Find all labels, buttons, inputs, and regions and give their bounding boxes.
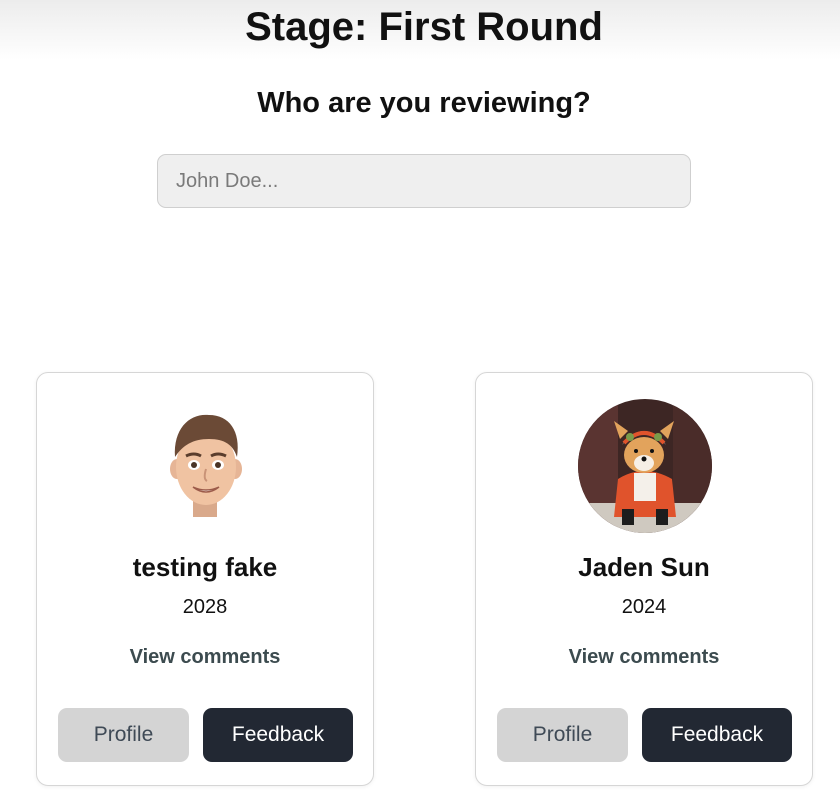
- view-comments-link[interactable]: View comments: [476, 645, 812, 669]
- feedback-button[interactable]: Feedback: [203, 708, 353, 762]
- candidate-card: Jaden Sun 2024 View comments Profile Fee…: [475, 372, 813, 786]
- stage-title: Stage: First Round: [245, 5, 603, 49]
- corgi-photo-avatar-icon: [578, 399, 712, 533]
- candidate-year: 2024: [621, 596, 667, 618]
- review-page: Stage: First Round Who are you reviewing…: [0, 0, 840, 806]
- memoji-avatar-icon: [139, 399, 273, 533]
- candidate-year: 2028: [182, 596, 228, 618]
- reviewing-question-heading: Who are you reviewing?: [257, 87, 591, 119]
- view-comments-link[interactable]: View comments: [37, 645, 373, 669]
- feedback-button[interactable]: Feedback: [642, 708, 792, 762]
- candidate-name: testing fake: [132, 552, 278, 582]
- profile-button[interactable]: Profile: [497, 708, 628, 762]
- candidate-card: testing fake 2028 View comments Profile …: [36, 372, 374, 786]
- candidate-search-input[interactable]: [157, 154, 691, 208]
- candidate-name: Jaden Sun: [578, 552, 710, 582]
- profile-button[interactable]: Profile: [58, 708, 189, 762]
